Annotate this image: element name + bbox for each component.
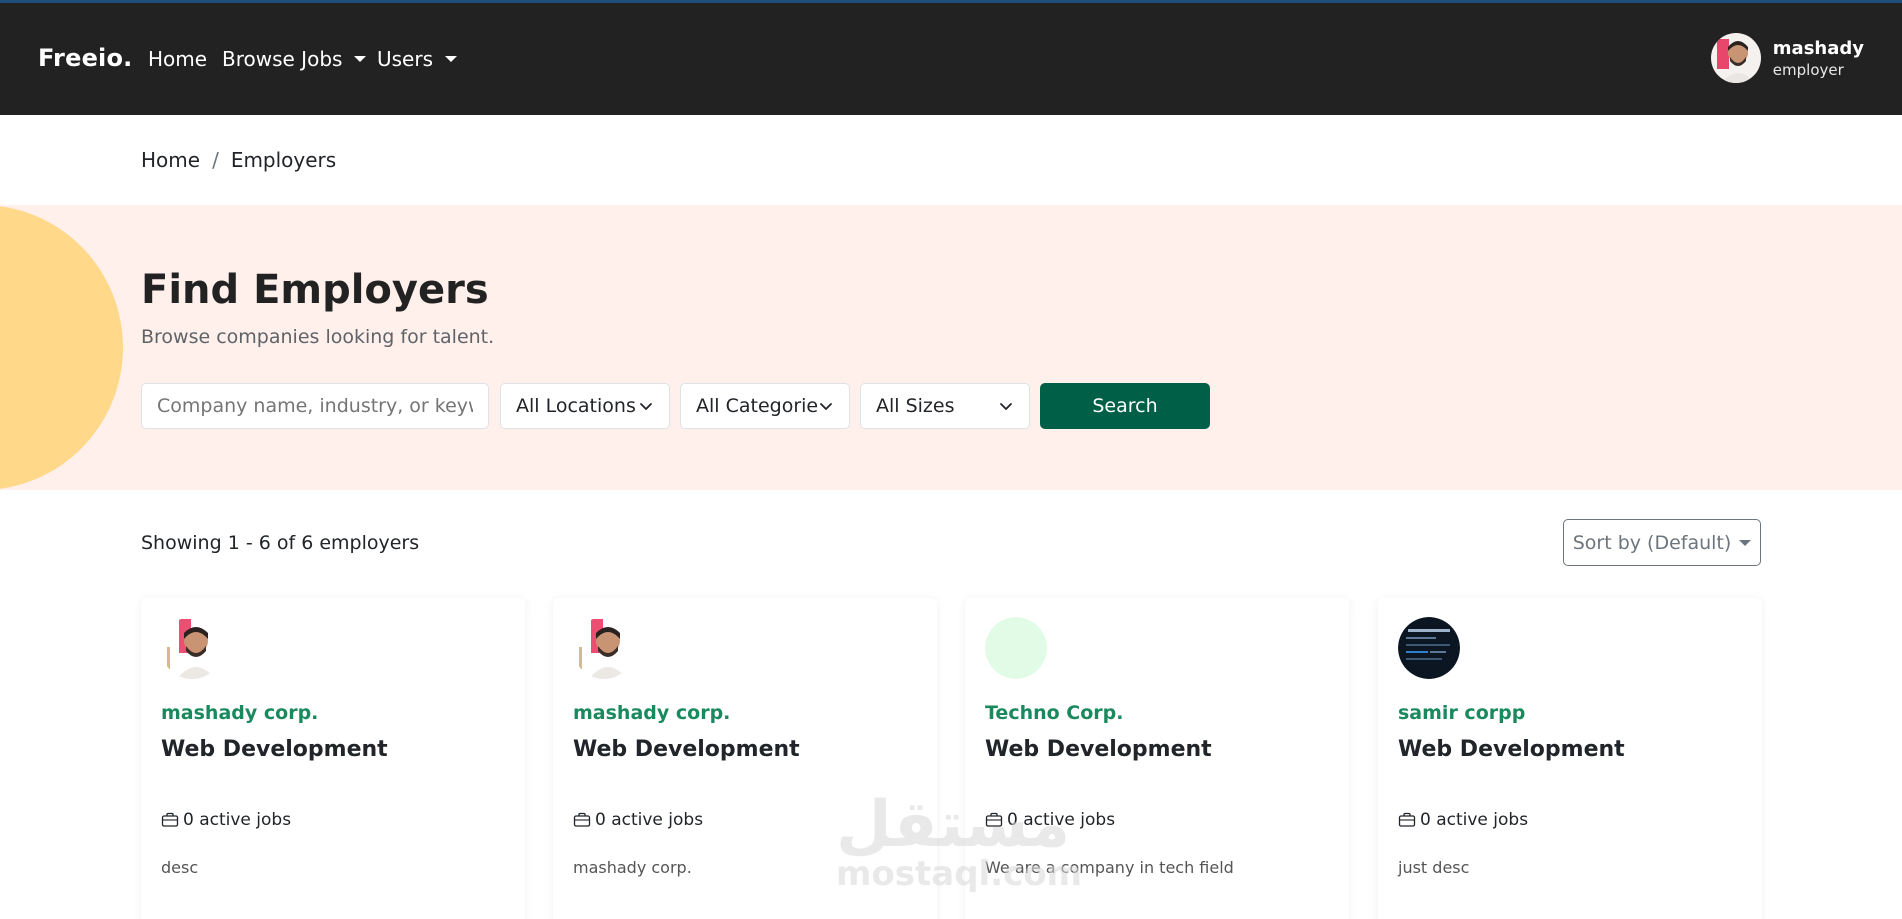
nav-browse-jobs-dropdown[interactable]: Browse Jobs	[222, 47, 367, 71]
briefcase-icon	[161, 812, 179, 827]
employer-category: Web Development	[161, 737, 388, 762]
category-select[interactable]: All Categories	[680, 383, 850, 429]
size-select-value: All Sizes	[876, 395, 955, 417]
employer-company-link[interactable]: Techno Corp.	[985, 702, 1124, 724]
breadcrumb-separator: /	[212, 148, 219, 172]
employer-description: desc	[161, 858, 199, 877]
breadcrumb: Home / Employers	[141, 148, 336, 172]
category-select-value: All Categories	[696, 395, 818, 417]
hero-decorative-shape	[0, 205, 123, 490]
employer-active-jobs: 0 active jobs	[985, 810, 1115, 830]
user-name: mashady	[1772, 37, 1864, 59]
top-navbar: Freeio. Home Browse Jobs Users mashady e…	[0, 0, 1902, 115]
caret-down-icon	[1739, 539, 1752, 546]
sort-dropdown[interactable]: Sort by (Default)	[1563, 519, 1761, 566]
breadcrumb-current: Employers	[230, 148, 337, 172]
nav-home-link[interactable]: Home	[148, 47, 207, 71]
caret-down-icon	[445, 56, 458, 62]
employer-company-link[interactable]: mashady corp.	[573, 702, 730, 724]
chevron-down-icon	[1000, 403, 1012, 410]
search-input[interactable]	[141, 383, 489, 429]
sort-dropdown-label: Sort by (Default)	[1572, 531, 1732, 554]
user-menu[interactable]: mashady employer	[1710, 33, 1864, 83]
caret-down-icon	[354, 56, 367, 62]
employer-category: Web Development	[1398, 737, 1625, 762]
employer-active-jobs-text: 0 active jobs	[1420, 810, 1529, 830]
employer-company-link[interactable]: samir corpp	[1398, 702, 1525, 724]
employer-active-jobs-text: 0 active jobs	[1007, 810, 1116, 830]
employer-logo	[985, 617, 1047, 679]
location-select-value: All Locations	[516, 395, 636, 417]
employer-active-jobs: 0 active jobs	[1398, 810, 1528, 830]
nav-home-label: Home	[148, 47, 208, 71]
employer-logo	[1398, 617, 1460, 679]
brand-logo[interactable]: Freeio.	[38, 44, 132, 72]
employer-card[interactable]: samir corpp Web Development 0 active job…	[1378, 598, 1762, 919]
employer-card[interactable]: Techno Corp. Web Development 0 active jo…	[965, 598, 1349, 919]
employer-category: Web Development	[573, 737, 800, 762]
briefcase-icon	[985, 812, 1003, 827]
employer-category: Web Development	[985, 737, 1212, 762]
search-button[interactable]: Search	[1040, 383, 1210, 429]
briefcase-icon	[1398, 812, 1416, 827]
nav-browse-jobs-label: Browse Jobs	[222, 47, 343, 71]
chevron-down-icon	[640, 403, 652, 410]
size-select[interactable]: All Sizes	[860, 383, 1030, 429]
hero-section: Find Employers Browse companies looking …	[0, 205, 1902, 490]
page-title: Find Employers	[141, 267, 489, 313]
chevron-down-icon	[820, 403, 832, 410]
avatar	[1710, 33, 1761, 83]
employer-description: just desc	[1398, 858, 1470, 877]
employer-company-link[interactable]: mashady corp.	[161, 702, 318, 724]
employer-logo	[161, 617, 223, 679]
page-subtitle: Browse companies looking for talent.	[141, 326, 495, 348]
employer-active-jobs: 0 active jobs	[161, 810, 291, 830]
employer-active-jobs-text: 0 active jobs	[183, 810, 292, 830]
employer-active-jobs: 0 active jobs	[573, 810, 703, 830]
results-count: Showing 1 - 6 of 6 employers	[141, 532, 420, 554]
location-select[interactable]: All Locations	[500, 383, 670, 429]
employer-active-jobs-text: 0 active jobs	[595, 810, 704, 830]
employer-description: mashady corp.	[573, 858, 692, 877]
employer-description: We are a company in tech field	[985, 858, 1234, 877]
employer-card[interactable]: mashady corp. Web Development 0 active j…	[141, 598, 525, 919]
employer-card[interactable]: mashady corp. Web Development 0 active j…	[553, 598, 937, 919]
nav-users-label: Users	[377, 47, 434, 71]
nav-users-dropdown[interactable]: Users	[377, 47, 458, 71]
briefcase-icon	[573, 812, 591, 827]
employer-logo	[573, 617, 635, 679]
user-role: employer	[1772, 60, 1844, 79]
breadcrumb-home-link[interactable]: Home	[141, 148, 200, 172]
